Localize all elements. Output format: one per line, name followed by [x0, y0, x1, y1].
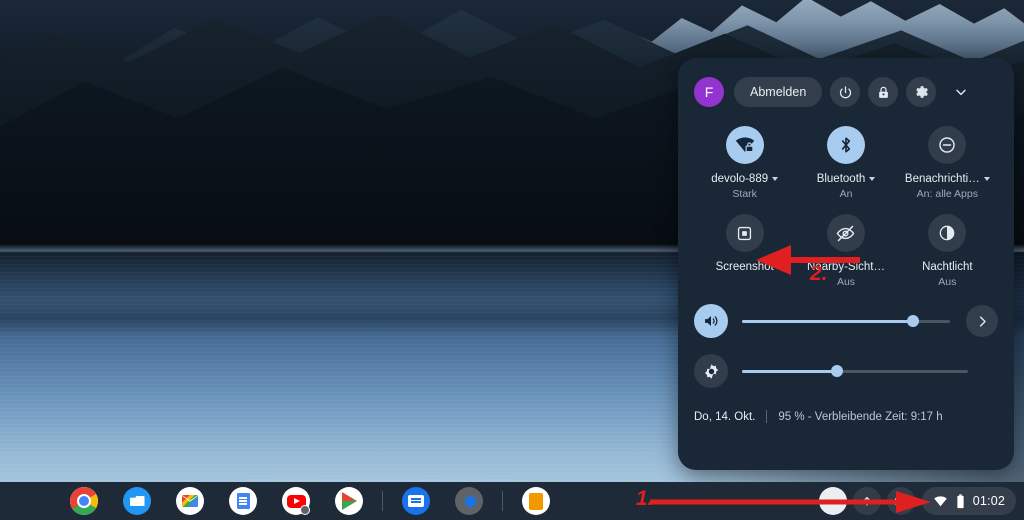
- brightness-slider-fill: [742, 369, 837, 373]
- tile-wifi-label: devolo-889: [711, 173, 779, 185]
- wifi-locked-icon: [735, 137, 754, 153]
- shelf-app-chrome[interactable]: [70, 487, 98, 515]
- screenshot-icon: [738, 226, 752, 240]
- tile-night-light-sub: Aus: [938, 276, 957, 288]
- gear-icon: [916, 86, 929, 98]
- chevron-down-icon: [956, 89, 967, 96]
- play-store-icon: [341, 492, 357, 510]
- shelf-app-settings[interactable]: [455, 487, 483, 515]
- tile-bluetooth-label: Bluetooth: [817, 173, 876, 185]
- quick-settings-header: F Abmelden: [694, 72, 998, 112]
- chevron-down-icon[interactable]: [772, 177, 779, 181]
- tile-notifications-label: Benachrichti…: [905, 173, 990, 185]
- tile-wifi-label-text: devolo-889: [711, 173, 769, 185]
- tile-screenshot-button[interactable]: [725, 214, 764, 252]
- tile-nearby-visibility-button[interactable]: [826, 214, 865, 252]
- youtube-icon: [286, 494, 306, 508]
- tile-notifications-label-text: Benachrichti…: [904, 173, 980, 185]
- pdf-icon: [529, 492, 543, 510]
- tile-night-light[interactable]: Nachtlicht Aus: [897, 214, 998, 288]
- brightness-slider[interactable]: [742, 365, 968, 377]
- brightness-icon: [704, 363, 718, 379]
- power-button[interactable]: [830, 77, 861, 107]
- footer-divider: [766, 410, 768, 423]
- eye-slash-icon: [837, 225, 855, 241]
- clock-label[interactable]: 01:02: [973, 494, 1005, 508]
- annotation-label-2-text: 2.: [810, 262, 828, 285]
- lock-button[interactable]: [868, 77, 899, 107]
- gmail-icon: [182, 495, 198, 507]
- annotation-label-1-text: 1.: [636, 487, 654, 510]
- tile-night-light-label-text: Nachtlicht: [922, 261, 973, 273]
- tile-bluetooth-sub: An: [839, 188, 853, 200]
- volume-icon: [705, 316, 718, 326]
- gear-icon: [463, 494, 477, 508]
- tile-notifications-sub: An: alle Apps: [916, 188, 978, 200]
- date-label[interactable]: Do, 14. Okt.: [694, 411, 755, 423]
- audio-output-next-button[interactable]: [966, 305, 998, 337]
- shelf-app-play-store[interactable]: [335, 487, 363, 515]
- shelf-divider: [382, 491, 383, 511]
- tile-night-light-label: Nachtlicht: [922, 261, 973, 273]
- tile-bluetooth-label-text: Bluetooth: [816, 173, 866, 185]
- quick-settings-footer: Do, 14. Okt. 95 % - Verbleibende Zeit: 9…: [694, 410, 998, 423]
- sign-out-button[interactable]: Abmelden: [734, 77, 823, 107]
- messages-icon: [408, 495, 424, 507]
- shelf-divider-2: [502, 491, 503, 511]
- tile-notifications[interactable]: Benachrichti… An: alle Apps: [897, 126, 998, 200]
- tile-nearby-visibility-sub: Aus: [836, 276, 856, 288]
- do-not-disturb-icon: [939, 137, 956, 153]
- shelf-app-gmail[interactable]: [176, 487, 204, 515]
- shelf-app-messages[interactable]: [402, 487, 430, 515]
- annotation-arrow-1: [650, 491, 931, 513]
- volume-slider-fill: [742, 319, 913, 323]
- tile-bluetooth[interactable]: Bluetooth An: [795, 126, 896, 200]
- night-light-icon: [939, 225, 955, 241]
- volume-mute-button[interactable]: [694, 304, 728, 338]
- shelf-app-docs[interactable]: [229, 487, 257, 515]
- avatar[interactable]: F: [694, 77, 724, 107]
- quick-settings-tiles-row-1: devolo-889 Stark Bluetooth An Benachrich…: [694, 126, 998, 200]
- battery-icon: [957, 493, 964, 508]
- chevron-down-icon[interactable]: [869, 177, 876, 181]
- brightness-slider-thumb[interactable]: [830, 365, 843, 377]
- tile-wifi-sub: Stark: [732, 188, 757, 200]
- volume-slider-row: [694, 304, 998, 338]
- battery-status-label[interactable]: 95 % - Verbleibende Zeit: 9:17 h: [778, 411, 942, 423]
- collapse-button[interactable]: [946, 77, 976, 107]
- chevron-right-icon: [979, 315, 986, 327]
- files-icon: [129, 496, 145, 506]
- power-icon: [839, 85, 851, 98]
- bluetooth-icon: [841, 137, 851, 153]
- annotation-label-1: 1.: [636, 487, 654, 511]
- volume-slider-thumb[interactable]: [906, 315, 919, 327]
- brightness-button[interactable]: [694, 354, 728, 388]
- shelf-app-list: [58, 487, 562, 515]
- shelf-app-youtube[interactable]: [282, 487, 310, 515]
- settings-button[interactable]: [906, 77, 937, 107]
- tile-night-light-button[interactable]: [928, 214, 967, 252]
- tile-notifications-button[interactable]: [928, 126, 967, 164]
- brightness-slider-row: [694, 354, 998, 388]
- shelf-app-files[interactable]: [123, 487, 151, 515]
- shelf-app-pdf-viewer[interactable]: [522, 487, 550, 515]
- docs-icon: [236, 493, 250, 509]
- chevron-down-icon[interactable]: [983, 177, 990, 181]
- volume-slider[interactable]: [742, 315, 950, 327]
- tile-bluetooth-button[interactable]: [826, 126, 865, 164]
- annotation-label-2: 2.: [810, 262, 828, 286]
- lock-icon: [878, 86, 888, 98]
- tile-wifi[interactable]: devolo-889 Stark: [694, 126, 795, 200]
- tile-wifi-button[interactable]: [725, 126, 764, 164]
